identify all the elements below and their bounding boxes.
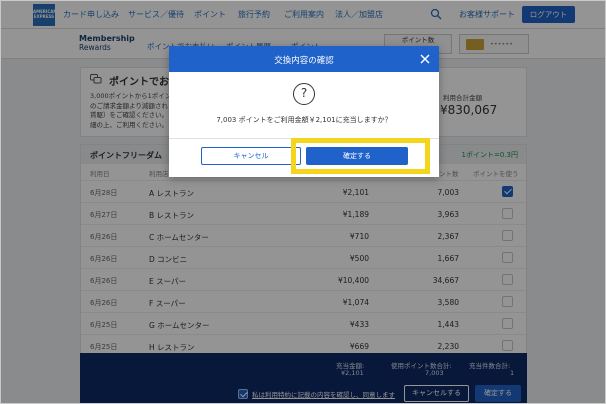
question-icon: ? [293, 83, 315, 105]
highlight-box [291, 138, 430, 174]
dialog-message: 7,003 ポイントをご利用金額￥2,101に充当しますか？ [216, 116, 392, 124]
page-frame: AMERICAN EXPRESS カード申し込み サービス／優待 ポイント 旅行… [0, 0, 606, 404]
close-icon[interactable] [420, 54, 430, 64]
dialog-title: 交換内容の確認 [274, 56, 334, 66]
dialog-cancel-button[interactable]: キャンセル [201, 147, 301, 165]
dialog-header: 交換内容の確認 [169, 46, 439, 72]
